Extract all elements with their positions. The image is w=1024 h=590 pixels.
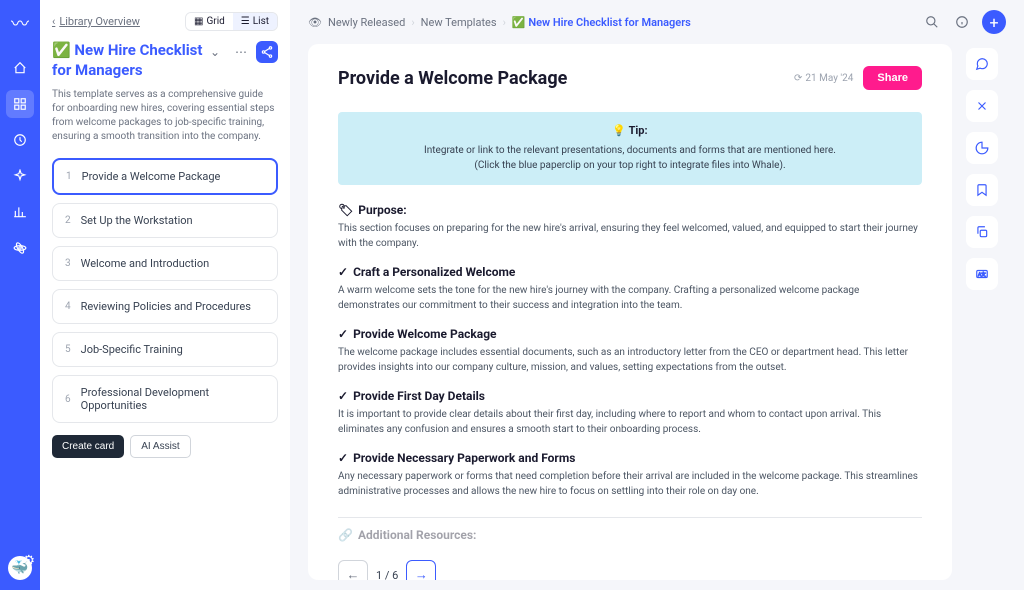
pagination: ← 1 / 6 → xyxy=(338,560,922,580)
bookmark-icon[interactable] xyxy=(966,174,998,206)
rail-clock[interactable] xyxy=(6,126,34,154)
comments-icon[interactable] xyxy=(966,48,998,80)
sidebar: ‹Library Overview ▦Grid ☰List ✅ New Hire… xyxy=(40,0,290,590)
tip-box: 💡 Tip: Integrate or link to the relevant… xyxy=(338,112,922,185)
section-provide-package: ✓Provide Welcome Package The welcome pac… xyxy=(338,327,922,375)
doc-description: This template serves as a comprehensive … xyxy=(52,88,278,144)
pie-icon[interactable] xyxy=(966,132,998,164)
section-additional: 🔗Additional Resources: xyxy=(338,528,922,542)
card-item-2[interactable]: 2Set Up the Workstation xyxy=(52,203,278,238)
search-icon[interactable] xyxy=(922,12,942,32)
breadcrumb: 👁 Newly Released › New Templates › ✅ New… xyxy=(308,16,691,29)
prev-page-btn[interactable]: ← xyxy=(338,560,368,580)
right-rail: A文 xyxy=(966,44,1006,580)
bc-current: ✅ New Hire Checklist for Managers xyxy=(512,16,691,29)
bc-item-1[interactable]: Newly Released xyxy=(328,16,405,29)
chevron-left-icon: ‹ xyxy=(52,15,55,28)
close-icon[interactable] xyxy=(966,90,998,122)
library-link[interactable]: ‹Library Overview xyxy=(52,15,140,28)
check-icon: ✓ xyxy=(338,265,348,279)
link-icon: 🔗 xyxy=(338,528,353,542)
section-first-day: ✓Provide First Day Details It is importa… xyxy=(338,389,922,437)
tip-title: 💡 Tip: xyxy=(358,124,902,137)
card-item-1[interactable]: 1Provide a Welcome Package xyxy=(52,158,278,195)
add-button[interactable]: + xyxy=(982,10,1006,34)
content-card: Provide a Welcome Package ⟳21 May '24 Sh… xyxy=(308,44,952,580)
translate-icon[interactable]: A文 xyxy=(966,258,998,290)
grid-icon: ▦ xyxy=(194,16,203,27)
svg-text:A文: A文 xyxy=(978,271,986,278)
card-list: 1Provide a Welcome Package 2Set Up the W… xyxy=(52,158,278,431)
chevron-down-icon[interactable]: ⌄ xyxy=(204,41,226,63)
rail-avatar-wrap[interactable]: 🐳⚙ xyxy=(8,556,32,580)
eye-icon: 👁 xyxy=(308,16,322,29)
rail-apps[interactable] xyxy=(6,90,34,118)
ai-assist-btn[interactable]: AI Assist xyxy=(130,435,190,458)
rail-home[interactable] xyxy=(6,54,34,82)
info-icon[interactable] xyxy=(952,12,972,32)
check-icon: ✓ xyxy=(338,451,348,465)
doc-title: ✅ New Hire Checklist for Managers xyxy=(52,41,204,80)
rail-atom[interactable] xyxy=(6,234,34,262)
content-title: Provide a Welcome Package xyxy=(338,68,567,89)
view-toggle: ▦Grid ☰List xyxy=(185,12,278,31)
share-icon-btn[interactable] xyxy=(256,41,278,63)
next-page-btn[interactable]: → xyxy=(406,560,436,580)
rail-chart[interactable] xyxy=(6,198,34,226)
section-purpose: 🏷Purpose: This section focuses on prepar… xyxy=(338,203,922,251)
bc-item-2[interactable]: New Templates xyxy=(421,16,497,29)
share-button[interactable]: Share xyxy=(863,66,922,90)
list-view-btn[interactable]: ☰List xyxy=(233,13,277,30)
check-icon: ✓ xyxy=(338,327,348,341)
section-paperwork: ✓Provide Necessary Paperwork and Forms A… xyxy=(338,451,922,499)
create-card-btn[interactable]: Create card xyxy=(52,435,124,458)
rail-sparkle[interactable] xyxy=(6,162,34,190)
tag-icon: 🏷 xyxy=(338,203,353,217)
app-logo: 〰 xyxy=(11,10,29,36)
card-item-6[interactable]: 6Professional Development Opportunities xyxy=(52,375,278,423)
timestamp: ⟳21 May '24 xyxy=(794,73,853,84)
more-icon[interactable]: ⋯ xyxy=(230,41,252,63)
nav-rail: 〰 🐳⚙ xyxy=(0,0,40,590)
check-icon: ✓ xyxy=(338,389,348,403)
card-item-4[interactable]: 4Reviewing Policies and Procedures xyxy=(52,289,278,324)
list-icon: ☰ xyxy=(241,16,250,27)
card-item-3[interactable]: 3Welcome and Introduction xyxy=(52,246,278,281)
page-indicator: 1 / 6 xyxy=(376,569,398,581)
main: 👁 Newly Released › New Templates › ✅ New… xyxy=(290,0,1024,590)
copy-icon[interactable] xyxy=(966,216,998,248)
section-craft: ✓Craft a Personalized Welcome A warm wel… xyxy=(338,265,922,313)
card-item-5[interactable]: 5Job-Specific Training xyxy=(52,332,278,367)
clock-icon: ⟳ xyxy=(794,73,802,84)
grid-view-btn[interactable]: ▦Grid xyxy=(186,13,233,30)
